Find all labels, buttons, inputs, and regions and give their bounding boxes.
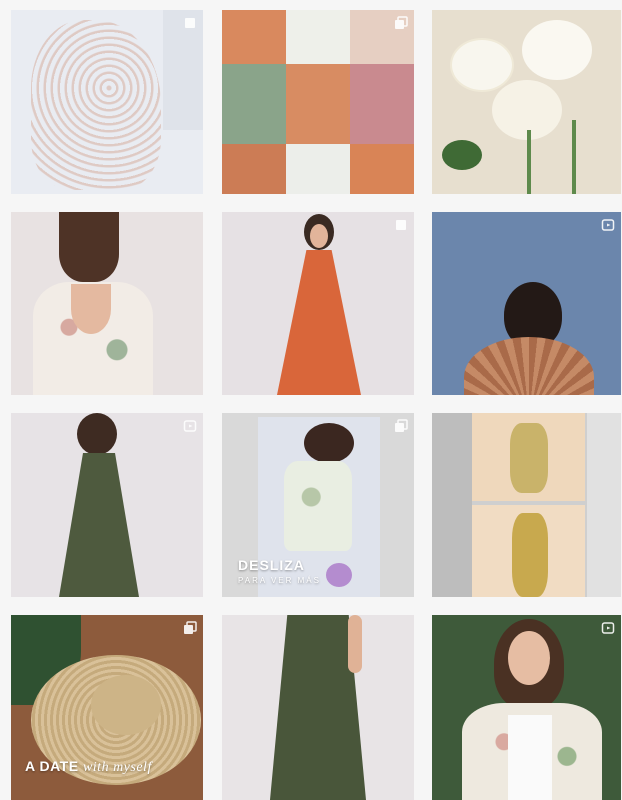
- floral-set: [510, 423, 548, 493]
- collage-cell: [286, 10, 350, 64]
- collage-cell: [222, 64, 286, 144]
- desliza-subtitle: PARA VER MÁS: [238, 576, 321, 585]
- bw-side: [587, 413, 621, 597]
- lilac-bag: [326, 563, 352, 587]
- arm: [348, 615, 362, 673]
- post-10[interactable]: A DATE with myself: [11, 615, 203, 800]
- post-8[interactable]: DESLIZA PARA VER MÁS: [222, 413, 414, 597]
- desliza-title: DESLIZA: [238, 557, 305, 573]
- carousel-icon: [394, 419, 408, 433]
- carousel-icon: [183, 621, 197, 635]
- reel-icon: [601, 621, 615, 635]
- image-icon: [394, 218, 408, 232]
- hair: [59, 212, 119, 282]
- post-2[interactable]: [222, 10, 414, 194]
- collage-cell: [350, 64, 414, 144]
- floral-shirt-dress: [284, 461, 352, 551]
- straw-hat-crown: [91, 675, 161, 735]
- bare-back: [71, 284, 111, 334]
- stem: [572, 120, 576, 194]
- stem: [527, 130, 531, 194]
- post-9[interactable]: [432, 413, 621, 597]
- carousel-icon: [394, 16, 408, 30]
- hair: [77, 413, 117, 455]
- post-7[interactable]: [11, 413, 203, 597]
- date-italic: with myself: [82, 760, 152, 775]
- white-top: [508, 715, 552, 800]
- olive-dress: [59, 453, 139, 597]
- hair: [304, 423, 354, 463]
- shell-fan: [464, 337, 594, 395]
- leaf: [442, 140, 482, 170]
- collage-cell: [222, 144, 286, 194]
- post-1[interactable]: [11, 10, 203, 194]
- post-12[interactable]: [432, 615, 621, 800]
- post-6[interactable]: [432, 212, 621, 395]
- collage-cell: [350, 144, 414, 194]
- floral-set: [512, 513, 548, 597]
- collage-cell: [286, 64, 350, 144]
- post-4[interactable]: [11, 212, 203, 395]
- collage-cell: [286, 144, 350, 194]
- lily-flower: [522, 20, 592, 80]
- reel-icon: [601, 218, 615, 232]
- reel-icon: [183, 419, 197, 433]
- date-bold: A DATE: [25, 758, 79, 774]
- post-11[interactable]: [222, 615, 414, 800]
- terracotta-dress: [277, 250, 361, 395]
- image-icon: [183, 16, 197, 30]
- face: [508, 631, 550, 685]
- lily-flower: [452, 40, 512, 90]
- post-5[interactable]: [222, 212, 414, 395]
- post-grid: DESLIZA PARA VER MÁS A DATE with myself: [0, 0, 622, 800]
- post-3[interactable]: [432, 10, 621, 194]
- collage-cell: [222, 10, 286, 64]
- date-caption: A DATE with myself: [25, 758, 152, 776]
- face: [310, 224, 328, 248]
- bw-side: [432, 413, 472, 597]
- embroidery-pattern: [31, 20, 161, 190]
